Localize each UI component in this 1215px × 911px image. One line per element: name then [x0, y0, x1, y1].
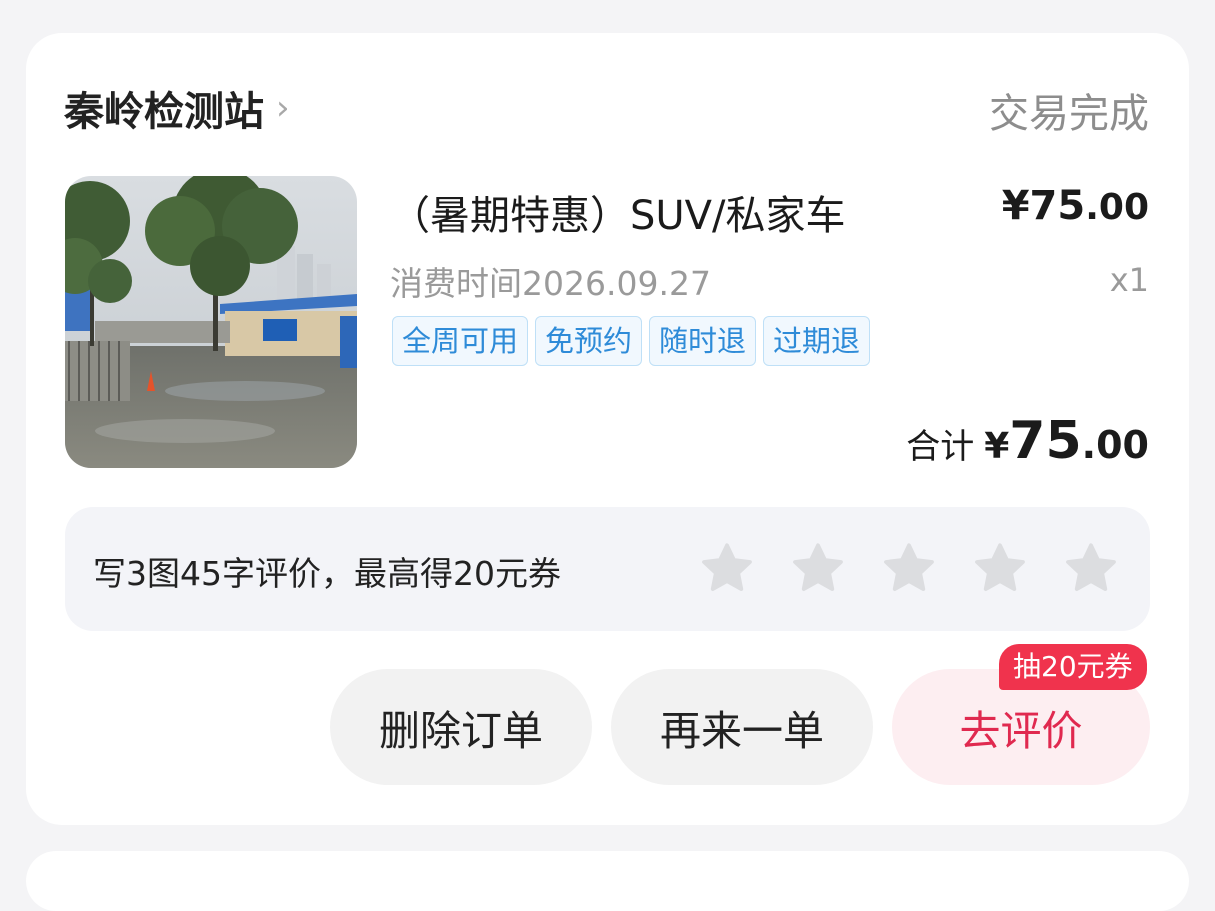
reorder-button[interactable]: 再来一单 — [611, 669, 873, 785]
coupon-badge: 抽20元券 — [999, 644, 1147, 690]
chevron-right-icon: › — [276, 88, 290, 128]
review-prompt[interactable]: 写3图45字评价，最高得20元券 — [65, 507, 1150, 631]
order-total: 合计 ¥ 75 .00 — [906, 411, 1149, 471]
order-card: 秦岭检测站 › 交易完成 （暑期特惠）SUV/私家车 ¥75.00 消费时间20… — [26, 33, 1189, 825]
star-icon[interactable] — [971, 540, 1029, 598]
tag-all-week: 全周可用 — [392, 316, 529, 366]
total-decimal: .00 — [1081, 423, 1149, 467]
star-icon[interactable] — [698, 540, 756, 598]
price-decimal: .00 — [1085, 187, 1149, 228]
total-integer: 75 — [1009, 411, 1082, 471]
star-icon[interactable] — [880, 540, 938, 598]
star-icon[interactable] — [789, 540, 847, 598]
feature-tags: 全周可用 免预约 随时退 过期退 — [392, 316, 871, 366]
tag-no-reservation: 免预约 — [535, 316, 643, 366]
review-prompt-text: 写3图45字评价，最高得20元券 — [93, 554, 561, 593]
delete-order-button[interactable]: 删除订单 — [330, 669, 592, 785]
tag-expiry-refund: 过期退 — [763, 316, 871, 366]
total-currency: ¥ — [984, 426, 1010, 467]
next-order-card — [26, 851, 1189, 911]
tag-refund-anytime: 随时退 — [649, 316, 757, 366]
quantity: x1 — [1109, 261, 1149, 299]
consume-time: 消费时间2026.09.27 — [390, 264, 711, 303]
shop-link[interactable]: 秦岭检测站 › — [64, 79, 290, 137]
unit-price: ¥75.00 — [1002, 183, 1149, 229]
total-label: 合计 — [906, 427, 975, 467]
rating-stars[interactable] — [698, 540, 1120, 598]
shop-name: 秦岭检测站 — [64, 89, 264, 135]
product-image[interactable] — [65, 176, 357, 468]
star-icon[interactable] — [1062, 540, 1120, 598]
currency-symbol: ¥ — [1001, 183, 1030, 229]
order-status: 交易完成 — [989, 91, 1149, 137]
price-integer: 75 — [1029, 183, 1086, 229]
product-title[interactable]: （暑期特惠）SUV/私家车 — [390, 183, 950, 241]
